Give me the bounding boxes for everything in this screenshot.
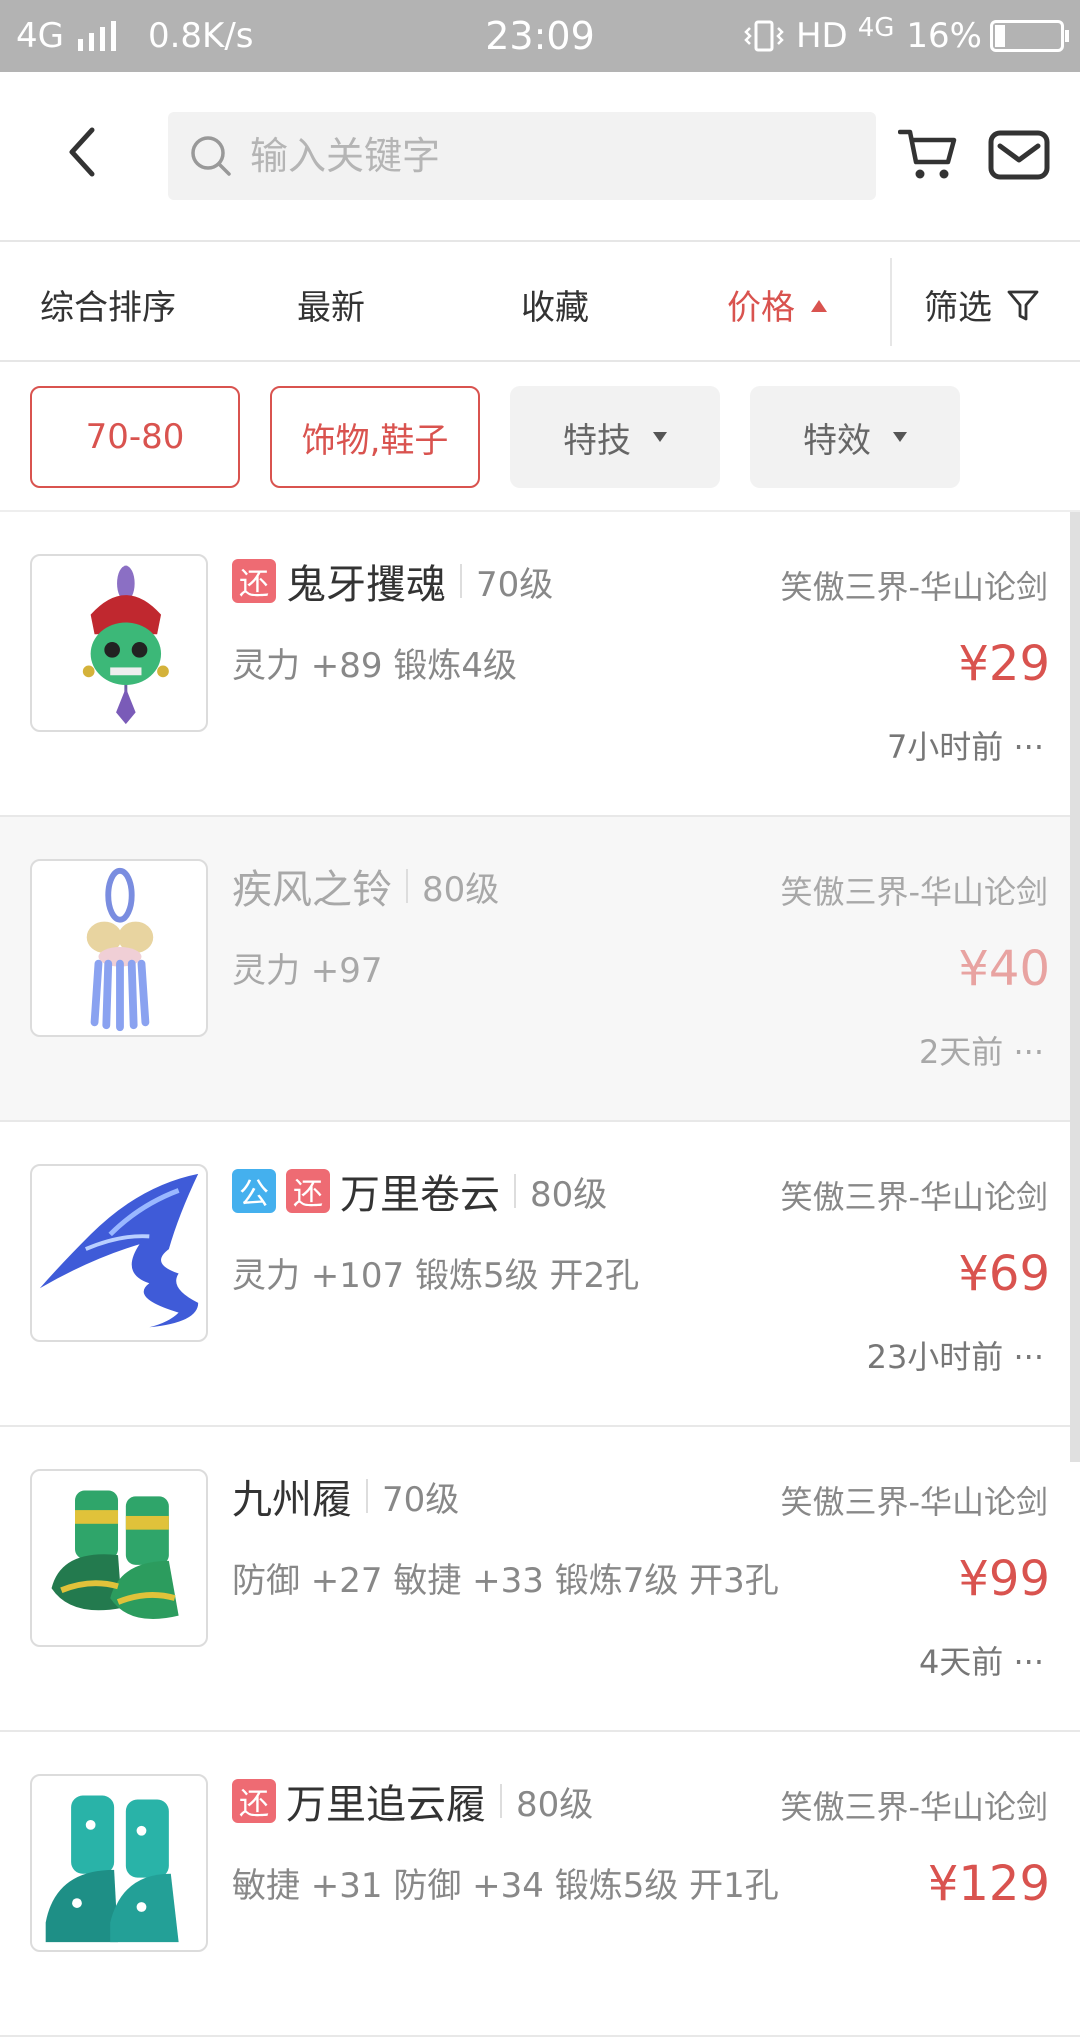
battery-percent: 16% [906, 16, 982, 56]
divider [366, 1479, 368, 1513]
item-list: 还 鬼牙攫魂 70级 笑傲三界-华山论剑 灵力 +89 锻炼4级 ¥29 7小时… [0, 512, 1080, 2037]
item-name: 九州履 [232, 1477, 352, 1523]
cart-icon[interactable] [898, 126, 958, 182]
list-item[interactable]: 公 还 万里卷云 80级 笑傲三界-华山论剑 灵力 +107 锻炼5级 开2孔 … [0, 1122, 1080, 1427]
item-image [30, 1469, 208, 1647]
item-level: 80级 [516, 1784, 594, 1825]
chevron-down-icon [893, 432, 907, 442]
item-price: ¥129 [927, 1856, 1050, 1912]
item-title-line: 还 万里追云履 80级 [232, 1774, 593, 1828]
item-title-line: 还 鬼牙攫魂 70级 [232, 554, 553, 608]
item-title-line: 九州履 70级 [232, 1469, 459, 1523]
item-level: 70级 [382, 1479, 460, 1520]
chip-skill[interactable]: 特技 [510, 386, 720, 488]
sort-ascending-icon [811, 299, 827, 312]
sort-newest[interactable]: 最新 [297, 280, 365, 329]
chip-effect[interactable]: 特效 [750, 386, 960, 488]
divider [500, 1784, 502, 1818]
item-server: 笑傲三界-华山论剑 [780, 1483, 1048, 1521]
top-nav [0, 72, 1080, 242]
back-icon[interactable] [54, 122, 114, 182]
sort-bar: 综合排序 最新 收藏 价格 筛选 [0, 242, 1080, 362]
item-attributes: 防御 +27 敏捷 +33 锻炼7级 开3孔 [232, 1561, 779, 1601]
item-price: ¥99 [958, 1551, 1050, 1607]
public-badge: 公 [232, 1169, 276, 1213]
return-badge: 还 [286, 1169, 330, 1213]
search-icon [191, 136, 231, 176]
list-item[interactable]: 还 鬼牙攫魂 70级 笑傲三界-华山论剑 灵力 +89 锻炼4级 ¥29 7小时… [0, 512, 1080, 817]
sort-comprehensive[interactable]: 综合排序 [40, 280, 176, 329]
filter-button[interactable]: 筛选 [924, 280, 1040, 329]
list-item[interactable]: 还 万里追云履 80级 笑傲三界-华山论剑 敏捷 +31 防御 +34 锻炼5级… [0, 1732, 1080, 2037]
item-time[interactable]: 4天前 ··· [919, 1637, 1044, 1683]
divider [890, 258, 892, 346]
item-time[interactable]: 2天前 ··· [919, 1027, 1044, 1073]
item-server: 笑傲三界-华山论剑 [780, 568, 1048, 606]
item-name: 万里卷云 [340, 1172, 500, 1218]
sort-favorites[interactable]: 收藏 [521, 280, 589, 329]
item-attributes: 灵力 +97 [232, 951, 383, 991]
item-level: 80级 [530, 1174, 608, 1215]
filter-icon [1007, 290, 1039, 320]
mail-icon[interactable] [988, 130, 1050, 180]
item-price: ¥69 [958, 1246, 1050, 1302]
search-input[interactable] [248, 133, 852, 179]
item-attributes: 敏捷 +31 防御 +34 锻炼5级 开1孔 [232, 1866, 779, 1906]
item-level: 80级 [422, 869, 500, 910]
list-item[interactable]: 九州履 70级 笑傲三界-华山论剑 防御 +27 敏捷 +33 锻炼7级 开3孔… [0, 1427, 1080, 1732]
chip-category[interactable]: 饰物,鞋子 [270, 386, 480, 488]
item-name: 万里追云履 [286, 1782, 486, 1828]
sort-price-label: 价格 [727, 288, 795, 328]
divider [514, 1174, 516, 1208]
list-item[interactable]: 疾风之铃 80级 笑傲三界-华山论剑 灵力 +97 ¥40 2天前 ··· [0, 817, 1080, 1122]
chip-effect-label: 特效 [803, 420, 871, 461]
filter-label: 筛选 [924, 288, 992, 328]
item-name: 鬼牙攫魂 [286, 562, 446, 608]
item-level: 70级 [476, 564, 554, 605]
item-image [30, 554, 208, 732]
filter-chips: 70-80 饰物,鞋子 特技 特效 [0, 362, 1080, 512]
chevron-down-icon [653, 432, 667, 442]
search-box[interactable] [168, 112, 876, 200]
battery-icon [990, 20, 1069, 52]
item-attributes: 灵力 +107 锻炼5级 开2孔 [232, 1256, 640, 1296]
item-time[interactable]: 7小时前 ··· [887, 722, 1044, 768]
divider [460, 564, 462, 598]
item-time[interactable]: 23小时前 ··· [867, 1332, 1044, 1378]
return-badge: 还 [232, 559, 276, 603]
item-server: 笑傲三界-华山论剑 [780, 1788, 1048, 1826]
item-server: 笑傲三界-华山论剑 [780, 873, 1048, 911]
item-image [30, 1774, 208, 1952]
sort-price[interactable]: 价格 [727, 280, 827, 329]
item-image [30, 1164, 208, 1342]
return-badge: 还 [232, 1779, 276, 1823]
status-bar: 4G 0.8K/s 23:09 HD 4G 16% [0, 0, 1080, 72]
item-title-line: 疾风之铃 80级 [232, 859, 499, 913]
item-price: ¥40 [958, 941, 1050, 997]
divider [406, 869, 408, 903]
item-attributes: 灵力 +89 锻炼4级 [232, 646, 517, 686]
chip-skill-label: 特技 [563, 420, 631, 461]
item-name: 疾风之铃 [232, 867, 392, 913]
chip-level-range[interactable]: 70-80 [30, 386, 240, 488]
scrollbar[interactable] [1070, 512, 1080, 1462]
vibrate-icon [744, 20, 784, 52]
item-image [30, 859, 208, 1037]
item-title-line: 公 还 万里卷云 80级 [232, 1164, 607, 1218]
item-server: 笑傲三界-华山论剑 [780, 1178, 1048, 1216]
item-price: ¥29 [958, 636, 1050, 692]
hd-label: HD [795, 16, 848, 56]
network-type-right: 4G [857, 13, 895, 43]
